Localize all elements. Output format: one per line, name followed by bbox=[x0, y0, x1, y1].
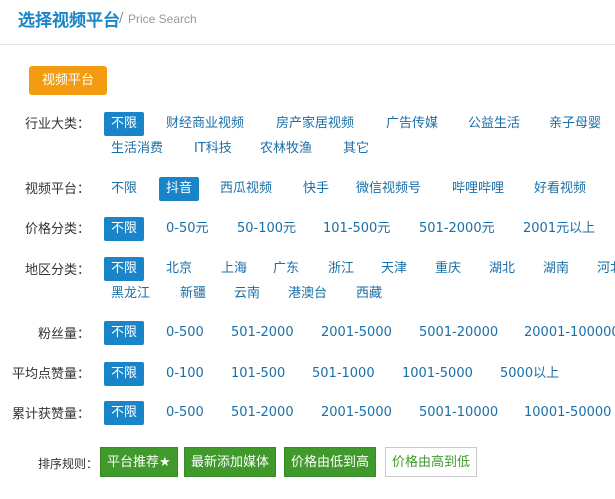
filter-industry-option[interactable]: 公益生活 bbox=[468, 112, 520, 136]
filter-avg-likes-option[interactable]: 101-500 bbox=[231, 362, 285, 386]
filter-avg-likes-option[interactable]: 0-100 bbox=[166, 362, 204, 386]
filter-price-option[interactable]: 50-100元 bbox=[237, 217, 296, 241]
filter-avg-likes-option[interactable]: 不限 bbox=[104, 362, 145, 386]
filter-industry-option[interactable]: 不限 bbox=[104, 112, 145, 136]
filter-avg-likes-option[interactable]: 5000以上 bbox=[500, 362, 559, 386]
platform-badge[interactable]: 视频平台 bbox=[29, 66, 107, 95]
filter-label-total-likes: 累计获赞量： bbox=[11, 407, 90, 422]
filter-price-option[interactable]: 0-50元 bbox=[166, 217, 209, 241]
filter-platform-option[interactable]: 好看视频 bbox=[534, 177, 586, 201]
filter-region-option[interactable]: 云南 bbox=[234, 282, 260, 306]
page-title: 选择视频平台 bbox=[18, 11, 120, 31]
filter-industry-option[interactable]: 财经商业视频 bbox=[166, 112, 244, 136]
filter-total-likes-option[interactable]: 5001-10000 bbox=[419, 401, 498, 425]
filter-region-option[interactable]: 河北 bbox=[597, 257, 615, 281]
filter-region-option[interactable]: 港澳台 bbox=[288, 282, 327, 306]
filter-price-option[interactable]: 2001元以上 bbox=[523, 217, 595, 241]
price-search-page: 选择视频平台 / Price Search 视频平台 行业大类： 不限 财经商业… bbox=[0, 0, 615, 499]
breadcrumb-subtitle: Price Search bbox=[128, 12, 197, 26]
sort-newest-added-button[interactable]: 最新添加媒体 bbox=[184, 447, 277, 477]
filter-fans-option[interactable]: 不限 bbox=[104, 321, 145, 345]
breadcrumb-separator: / bbox=[119, 11, 124, 26]
sort-label: 排序规则： bbox=[38, 457, 99, 471]
filter-platform-option[interactable]: 哔哩哔哩 bbox=[452, 177, 504, 201]
sort-price-high-to-low-button[interactable]: 价格由高到低 bbox=[385, 447, 478, 477]
filter-total-likes-option[interactable]: 不限 bbox=[104, 401, 145, 425]
filter-industry-option[interactable]: 生活消费 bbox=[111, 137, 163, 161]
filter-avg-likes-option[interactable]: 1001-5000 bbox=[402, 362, 473, 386]
filter-industry-option[interactable]: 其它 bbox=[343, 137, 369, 161]
filter-platform-option[interactable]: 抖音 bbox=[159, 177, 200, 201]
filter-region-option[interactable]: 北京 bbox=[166, 257, 192, 281]
filter-label-fans: 粉丝量： bbox=[37, 327, 90, 342]
filter-total-likes-option[interactable]: 501-2000 bbox=[231, 401, 294, 425]
filter-label-price: 价格分类： bbox=[24, 222, 90, 237]
filter-price-option[interactable]: 101-500元 bbox=[323, 217, 390, 241]
filter-fans-option[interactable]: 0-500 bbox=[166, 321, 204, 345]
filter-fans-option[interactable]: 2001-5000 bbox=[321, 321, 392, 345]
filter-region-option[interactable]: 西藏 bbox=[356, 282, 382, 306]
filter-platform-option[interactable]: 不限 bbox=[111, 177, 137, 201]
filter-fans-option[interactable]: 501-2000 bbox=[231, 321, 294, 345]
filter-region-option[interactable]: 湖北 bbox=[489, 257, 515, 281]
filter-platform-option[interactable]: 微信视频号 bbox=[356, 177, 421, 201]
filter-industry-option[interactable]: 农林牧渔 bbox=[260, 137, 312, 161]
filter-region-option[interactable]: 重庆 bbox=[435, 257, 461, 281]
filter-label-avg-likes: 平均点赞量： bbox=[11, 367, 90, 382]
filter-price-option[interactable]: 不限 bbox=[104, 217, 145, 241]
filter-region-option[interactable]: 黑龙江 bbox=[111, 282, 150, 306]
filter-region-option[interactable]: 上海 bbox=[221, 257, 247, 281]
sort-price-low-to-high-button[interactable]: 价格由低到高 bbox=[284, 447, 377, 477]
sort-platform-recommended-button[interactable]: 平台推荐★ bbox=[100, 447, 178, 477]
filter-total-likes-option[interactable]: 0-500 bbox=[166, 401, 204, 425]
filter-total-likes-option[interactable]: 2001-5000 bbox=[321, 401, 392, 425]
filter-platform-option[interactable]: 西瓜视频 bbox=[220, 177, 272, 201]
filter-fans-option[interactable]: 20001-100000 bbox=[524, 321, 615, 345]
page-header: 选择视频平台 / Price Search bbox=[0, 0, 615, 45]
filter-industry-option[interactable]: 房产家居视频 bbox=[276, 112, 354, 136]
filter-region-option[interactable]: 湖南 bbox=[543, 257, 569, 281]
filter-region-option[interactable]: 不限 bbox=[104, 257, 145, 281]
filter-region-option[interactable]: 广东 bbox=[273, 257, 299, 281]
filter-total-likes-option[interactable]: 10001-50000 bbox=[524, 401, 611, 425]
filter-label-platform: 视频平台： bbox=[24, 182, 90, 197]
filter-price-option[interactable]: 501-2000元 bbox=[419, 217, 495, 241]
filter-industry-option[interactable]: IT科技 bbox=[194, 137, 232, 161]
filter-label-region: 地区分类： bbox=[24, 263, 90, 278]
filter-region-option[interactable]: 浙江 bbox=[328, 257, 354, 281]
filter-platform-option[interactable]: 快手 bbox=[303, 177, 329, 201]
filter-region-option[interactable]: 天津 bbox=[381, 257, 407, 281]
filter-fans-option[interactable]: 5001-20000 bbox=[419, 321, 498, 345]
filter-industry-option[interactable]: 广告传媒 bbox=[386, 112, 438, 136]
filter-avg-likes-option[interactable]: 501-1000 bbox=[312, 362, 375, 386]
filter-region-option[interactable]: 新疆 bbox=[180, 282, 206, 306]
filter-industry-option[interactable]: 亲子母婴 bbox=[549, 112, 601, 136]
filter-label-industry: 行业大类： bbox=[24, 117, 90, 132]
